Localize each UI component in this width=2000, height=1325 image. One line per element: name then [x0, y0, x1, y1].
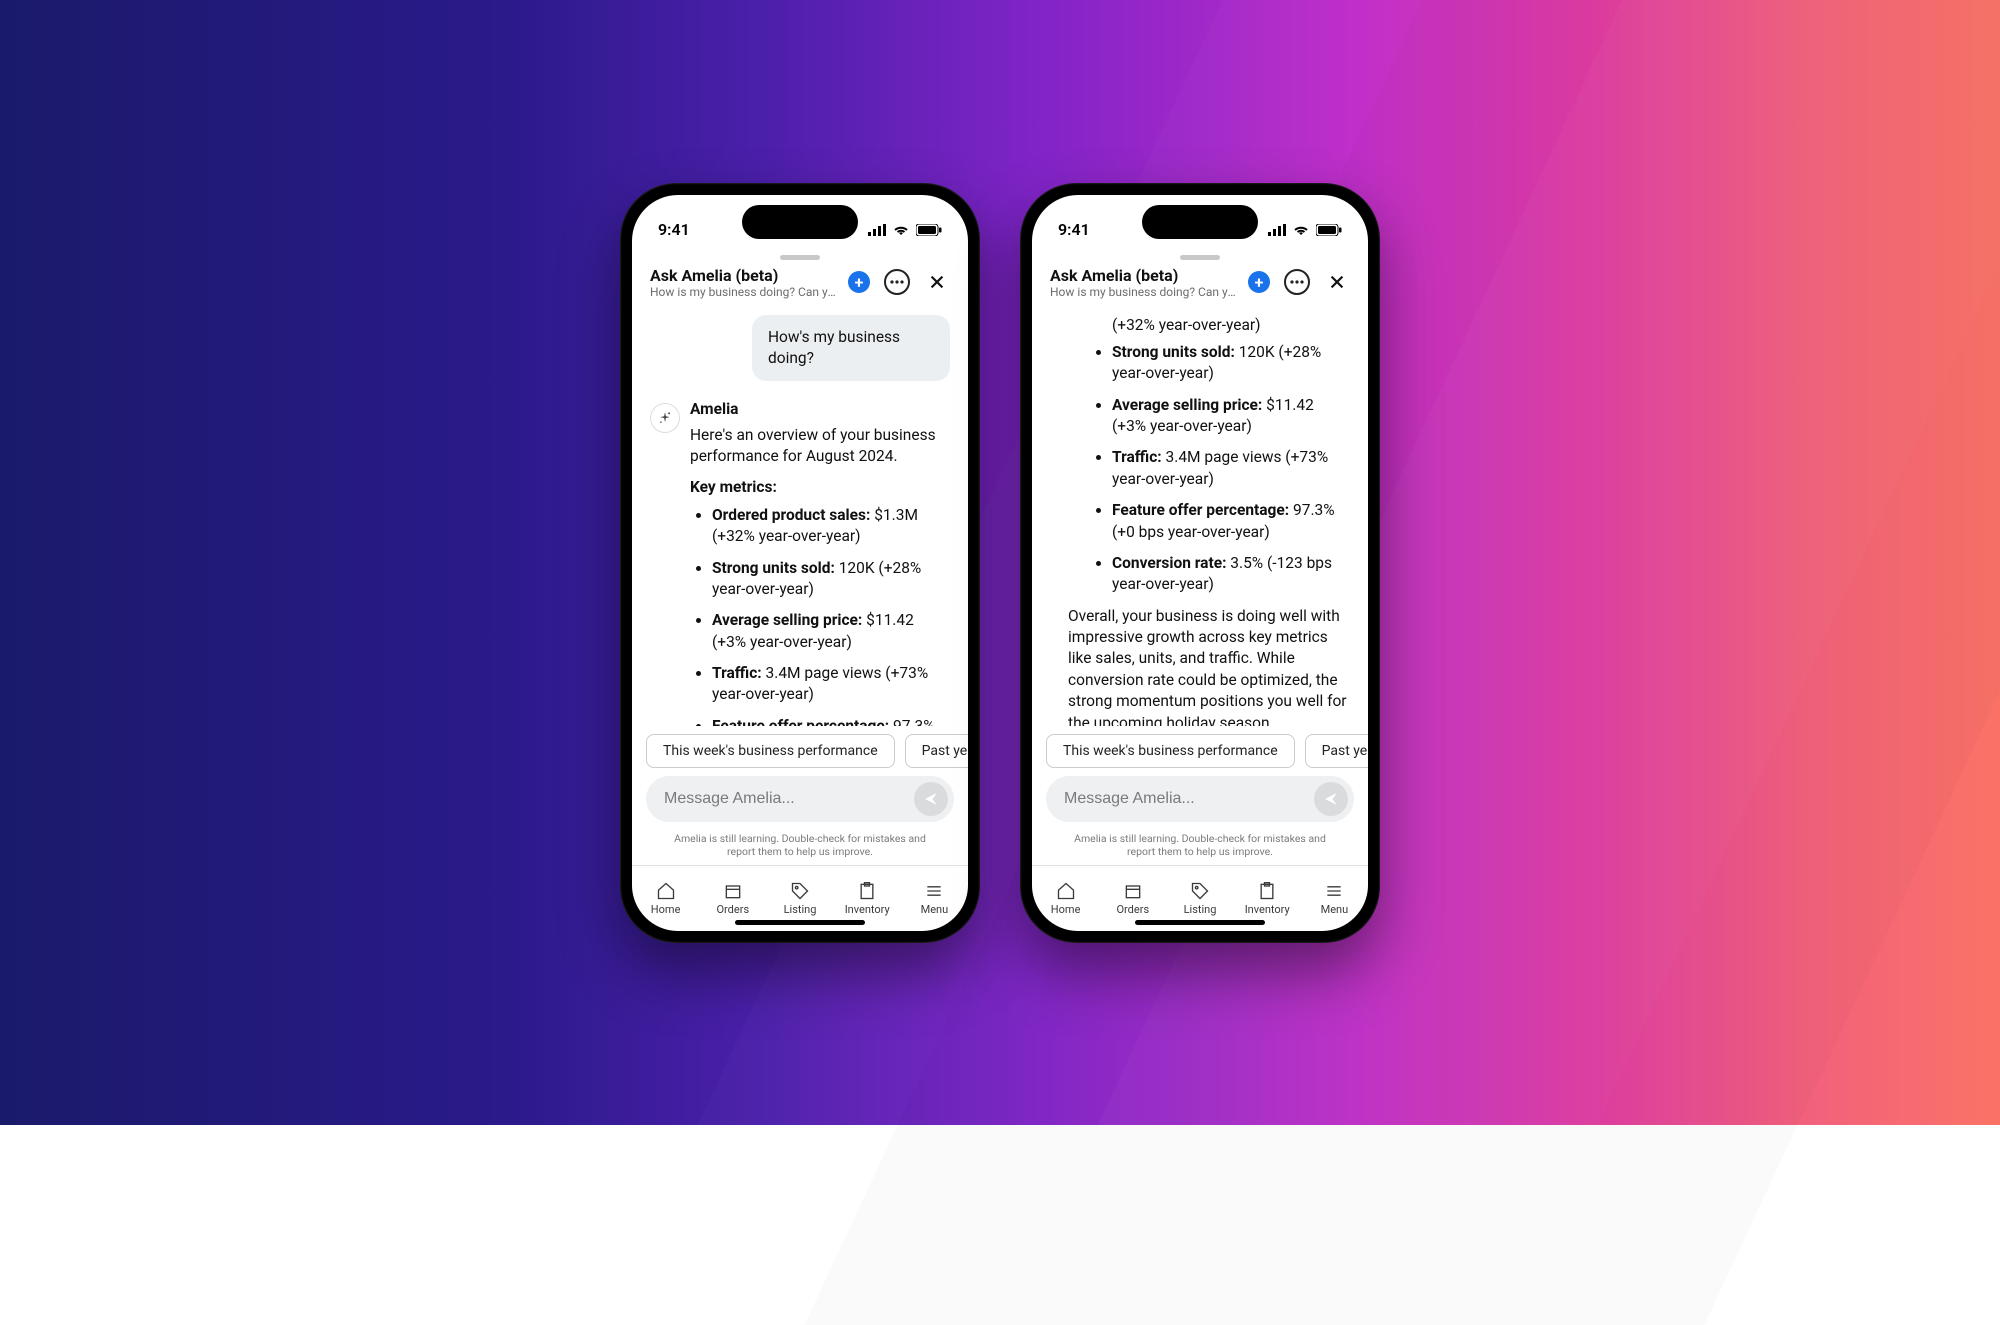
- message-input[interactable]: [664, 790, 914, 808]
- chat-title: Ask Amelia (beta): [1050, 266, 1240, 285]
- disclaimer-text: Amelia is still learning. Double-check f…: [1032, 828, 1368, 864]
- status-indicators: [1268, 224, 1342, 236]
- chat-scroll[interactable]: (+32% year-over-year) Strong units sold:…: [1032, 305, 1368, 727]
- tab-home[interactable]: Home: [1032, 866, 1099, 931]
- assistant-name: Amelia: [690, 399, 950, 420]
- suggestion-chip[interactable]: Past year's bu: [1305, 734, 1368, 768]
- suggestion-row[interactable]: This week's business performance Past ye…: [632, 726, 968, 776]
- sheet-grabber[interactable]: [1180, 255, 1220, 260]
- wifi-icon: [892, 224, 910, 236]
- new-chat-button[interactable]: +: [1248, 271, 1270, 293]
- status-indicators: [868, 224, 942, 236]
- chat-header: Ask Amelia (beta) How is my business doi…: [1032, 262, 1368, 305]
- cellular-icon: [1268, 224, 1286, 236]
- device-frame-left: 9:41 Ask Amelia (beta) How is my busines…: [620, 183, 980, 943]
- metric-item: Traffic: 3.4M page views (+73% year-over…: [712, 663, 950, 706]
- clipboard-icon: [1257, 881, 1277, 901]
- sparkle-icon: [658, 411, 672, 425]
- metrics-list: Strong units sold: 120K (+28% year-over-…: [1090, 342, 1350, 596]
- sheet-grabber[interactable]: [780, 255, 820, 260]
- more-options-button[interactable]: [884, 269, 910, 295]
- more-options-button[interactable]: [1284, 269, 1310, 295]
- close-button[interactable]: [924, 269, 950, 295]
- metric-item: Average selling price: $11.42 (+3% year-…: [1112, 395, 1350, 438]
- metric-item: Conversion rate: 3.5% (-123 bps year-ove…: [1112, 553, 1350, 596]
- status-time: 9:41: [1058, 220, 1090, 239]
- orders-icon: [1123, 881, 1143, 901]
- send-button[interactable]: [914, 782, 948, 816]
- metric-item: Strong units sold: 120K (+28% year-over-…: [1112, 342, 1350, 385]
- home-icon: [1056, 881, 1076, 901]
- tab-menu[interactable]: Menu: [1301, 866, 1368, 931]
- message-input-bar: [1046, 776, 1354, 822]
- chat-subtitle: How is my business doing? Can you…: [650, 285, 840, 299]
- tag-icon: [790, 881, 810, 901]
- clipboard-icon: [857, 881, 877, 901]
- device-frame-right: 9:41 Ask Amelia (beta) How is my busines…: [1020, 183, 1380, 943]
- orders-icon: [723, 881, 743, 901]
- user-message: How's my business doing?: [752, 315, 950, 382]
- message-input[interactable]: [1064, 790, 1314, 808]
- composer: [632, 776, 968, 828]
- metrics-list: Ordered product sales: $1.3M (+32% year-…: [690, 505, 950, 727]
- tab-menu[interactable]: Menu: [901, 866, 968, 931]
- suggestion-chip[interactable]: Past year's bu: [905, 734, 968, 768]
- promo-stage: 9:41 Ask Amelia (beta) How is my busines…: [0, 0, 2000, 1125]
- ellipsis-icon: [1290, 280, 1304, 284]
- send-icon: [1323, 791, 1339, 807]
- metric-item: Average selling price: $11.42 (+3% year-…: [712, 610, 950, 653]
- metric-item: Feature offer percentage: 97.3% (+0 bps …: [712, 716, 950, 727]
- metric-item: Strong units sold: 120K (+28% year-over-…: [712, 558, 950, 601]
- dynamic-island: [742, 205, 858, 239]
- assistant-intro: Here's an overview of your business perf…: [690, 425, 950, 468]
- chat-title: Ask Amelia (beta): [650, 266, 840, 285]
- message-input-bar: [646, 776, 954, 822]
- close-icon: [1328, 273, 1346, 291]
- menu-icon: [1324, 881, 1344, 901]
- composer: [1032, 776, 1368, 828]
- new-chat-button[interactable]: +: [848, 271, 870, 293]
- send-icon: [923, 791, 939, 807]
- suggestion-row[interactable]: This week's business performance Past ye…: [1032, 726, 1368, 776]
- chat-header: Ask Amelia (beta) How is my business doi…: [632, 262, 968, 305]
- ellipsis-icon: [890, 280, 904, 284]
- home-icon: [656, 881, 676, 901]
- menu-icon: [924, 881, 944, 901]
- disclaimer-text: Amelia is still learning. Double-check f…: [632, 828, 968, 864]
- suggestion-chip[interactable]: This week's business performance: [646, 734, 895, 768]
- assistant-message: Amelia Here's an overview of your busine…: [650, 399, 950, 726]
- tag-icon: [1190, 881, 1210, 901]
- home-indicator[interactable]: [1135, 920, 1265, 925]
- assistant-summary: Overall, your business is doing well wit…: [1068, 606, 1350, 727]
- status-time: 9:41: [658, 220, 690, 239]
- metric-item: Traffic: 3.4M page views (+73% year-over…: [1112, 447, 1350, 490]
- metric-item: Feature offer percentage: 97.3% (+0 bps …: [1112, 500, 1350, 543]
- key-metrics-heading: Key metrics:: [690, 477, 950, 498]
- device-screen: 9:41 Ask Amelia (beta) How is my busines…: [632, 195, 968, 931]
- cellular-icon: [868, 224, 886, 236]
- device-screen: 9:41 Ask Amelia (beta) How is my busines…: [1032, 195, 1368, 931]
- battery-icon: [1316, 224, 1342, 236]
- battery-icon: [916, 224, 942, 236]
- wifi-icon: [1292, 224, 1310, 236]
- chat-subtitle: How is my business doing? Can you…: [1050, 285, 1240, 299]
- tab-home[interactable]: Home: [632, 866, 699, 931]
- chat-scroll[interactable]: How's my business doing? Amelia Here's a…: [632, 305, 968, 727]
- metric-item: Ordered product sales: $1.3M (+32% year-…: [712, 505, 950, 548]
- close-button[interactable]: [1324, 269, 1350, 295]
- suggestion-chip[interactable]: This week's business performance: [1046, 734, 1295, 768]
- send-button[interactable]: [1314, 782, 1348, 816]
- close-icon: [928, 273, 946, 291]
- assistant-avatar: [650, 403, 680, 433]
- dynamic-island: [1142, 205, 1258, 239]
- metric-partial: (+32% year-over-year): [1090, 315, 1350, 336]
- home-indicator[interactable]: [735, 920, 865, 925]
